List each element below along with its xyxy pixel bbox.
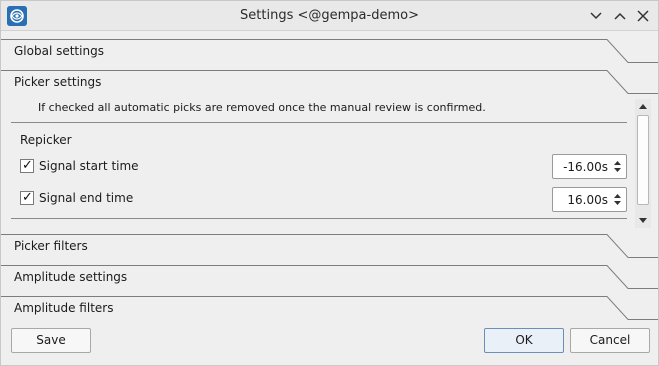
vertical-scrollbar[interactable] [635, 99, 651, 228]
signal-start-checkbox[interactable]: ✓ [20, 158, 34, 173]
section-label: Picker settings [14, 75, 102, 89]
maximize-icon[interactable] [611, 7, 629, 25]
section-label: Global settings [14, 44, 104, 58]
save-button[interactable]: Save [11, 328, 91, 353]
spin-arrows-icon[interactable] [611, 190, 624, 209]
repicker-group-title: Repicker [20, 133, 72, 147]
scroll-thumb[interactable] [637, 115, 649, 205]
picker-info-text: If checked all automatic picks are remov… [38, 101, 486, 114]
scroll-up-icon[interactable] [637, 101, 649, 113]
signal-start-label: Signal start time [39, 159, 139, 173]
check-icon: ✓ [22, 158, 33, 173]
divider [11, 122, 627, 123]
signal-start-spinbox[interactable]: -16.00s [552, 154, 627, 179]
check-icon: ✓ [22, 190, 33, 205]
section-label: Amplitude filters [14, 301, 114, 315]
section-label: Picker filters [14, 239, 88, 253]
signal-end-spinbox[interactable]: 16.00s [552, 187, 627, 212]
section-picker-filters[interactable]: Picker filters [1, 231, 658, 262]
divider [11, 218, 627, 219]
spin-arrows-icon[interactable] [611, 157, 624, 176]
settings-window: Settings <@gempa-demo> Global settings P… [0, 0, 659, 366]
scroll-down-icon[interactable] [637, 214, 649, 226]
signal-start-value: -16.00s [563, 160, 608, 174]
section-amplitude-settings[interactable]: Amplitude settings [1, 262, 658, 293]
minimize-icon[interactable] [587, 7, 605, 25]
close-icon[interactable] [634, 7, 652, 25]
section-label: Amplitude settings [14, 270, 128, 284]
ok-button[interactable]: OK [484, 328, 564, 353]
section-global-settings[interactable]: Global settings [1, 36, 658, 67]
signal-end-label: Signal end time [39, 191, 134, 205]
picker-settings-panel: If checked all automatic picks are remov… [10, 94, 650, 228]
signal-end-value: 16.00s [567, 193, 608, 207]
title-bar[interactable]: Settings <@gempa-demo> [1, 1, 658, 31]
cancel-button[interactable]: Cancel [570, 328, 650, 353]
section-amplitude-filters[interactable]: Amplitude filters [1, 293, 658, 324]
signal-end-checkbox[interactable]: ✓ [20, 190, 34, 205]
window-title: Settings <@gempa-demo> [240, 8, 419, 23]
